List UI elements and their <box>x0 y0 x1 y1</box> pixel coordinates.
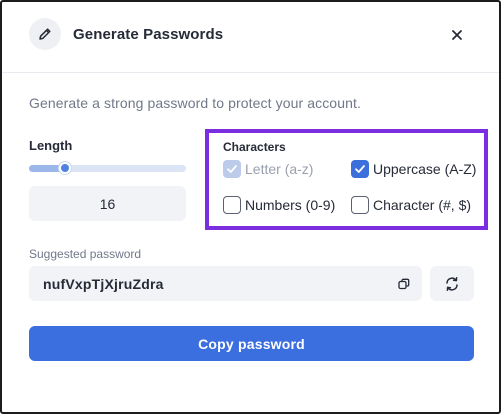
option-numbers[interactable]: Numbers (0-9) <box>223 196 335 214</box>
pencil-icon <box>29 18 61 50</box>
letter-label: Letter (a-z) <box>245 161 314 177</box>
characters-group: Characters Letter (a-z) Uppercase (A-Z) … <box>205 129 488 230</box>
option-special-character[interactable]: Character (#, $) <box>351 196 471 214</box>
special-character-label: Character (#, $) <box>373 197 472 213</box>
dialog-description: Generate a strong password to protect yo… <box>29 95 361 111</box>
length-slider[interactable] <box>29 162 186 174</box>
suggested-password-label: Suggested password <box>29 247 142 261</box>
copy-password-button[interactable]: Copy password <box>29 326 474 361</box>
uppercase-checkbox[interactable] <box>351 160 369 178</box>
dialog-header: Generate Passwords <box>2 2 499 73</box>
option-letter[interactable]: Letter (a-z) <box>223 160 313 178</box>
letter-checkbox[interactable] <box>223 160 241 178</box>
check-icon <box>227 165 237 173</box>
characters-label: Characters <box>223 140 286 154</box>
generate-passwords-dialog: Generate Passwords Generate a strong pas… <box>0 0 501 414</box>
close-icon <box>452 30 462 40</box>
refresh-icon <box>446 276 458 291</box>
suggested-password-value: nufVxpTjXjruZdra <box>43 276 164 292</box>
numbers-label: Numbers (0-9) <box>245 197 336 213</box>
close-button[interactable] <box>446 24 468 46</box>
uppercase-label: Uppercase (A-Z) <box>373 161 477 177</box>
check-icon <box>355 165 365 173</box>
dialog-title: Generate Passwords <box>73 26 224 43</box>
special-character-checkbox[interactable] <box>351 196 369 214</box>
length-label: Length <box>29 138 73 153</box>
regenerate-button[interactable] <box>430 266 474 301</box>
length-input[interactable]: 16 <box>29 186 186 221</box>
numbers-checkbox[interactable] <box>223 196 241 214</box>
option-uppercase[interactable]: Uppercase (A-Z) <box>351 160 476 178</box>
copy-icon[interactable] <box>395 275 413 293</box>
slider-thumb[interactable] <box>59 162 72 174</box>
suggested-password-field[interactable]: nufVxpTjXjruZdra <box>29 266 422 301</box>
